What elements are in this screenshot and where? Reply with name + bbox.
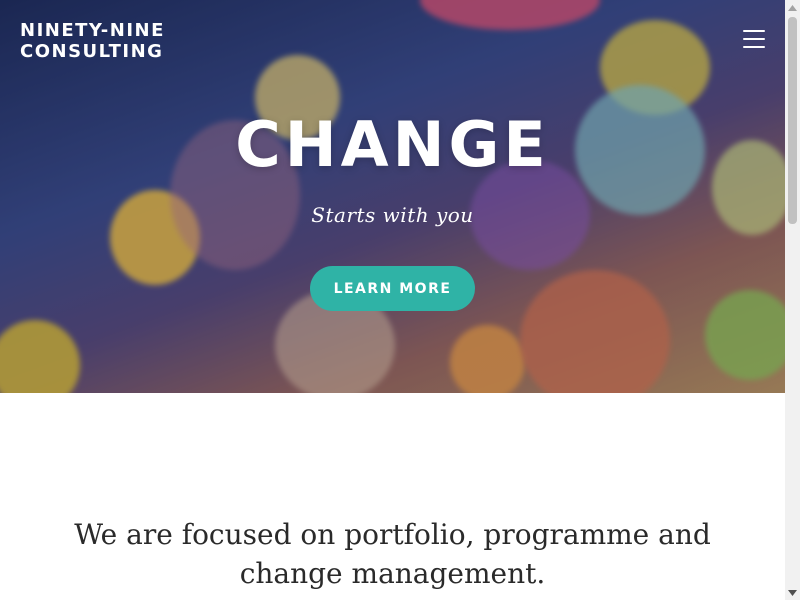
hamburger-menu-icon[interactable] [743,30,765,48]
brand-line-2: CONSULTING [20,41,164,62]
menu-bar [743,38,765,40]
intro-text: We are focused on portfolio, programme a… [74,518,711,590]
page: NINETY-NINE CONSULTING CHANGE Starts wit… [0,0,785,600]
scroll-up-arrow-icon[interactable] [785,0,800,15]
menu-bar [743,46,765,48]
scrollbar-thumb[interactable] [788,17,797,224]
browser-viewport: NINETY-NINE CONSULTING CHANGE Starts wit… [0,0,800,600]
brand-logo-text[interactable]: NINETY-NINE CONSULTING [20,20,165,62]
hero-subtitle: Starts with you [311,203,474,227]
hero-section: NINETY-NINE CONSULTING CHANGE Starts wit… [0,0,785,393]
hero-title: CHANGE [235,108,550,181]
vertical-scrollbar[interactable] [785,0,800,600]
brand-line-1: NINETY-NINE [20,20,165,41]
menu-bar [743,30,765,32]
learn-more-button[interactable]: LEARN MORE [310,266,475,311]
scroll-down-arrow-icon[interactable] [785,585,800,600]
